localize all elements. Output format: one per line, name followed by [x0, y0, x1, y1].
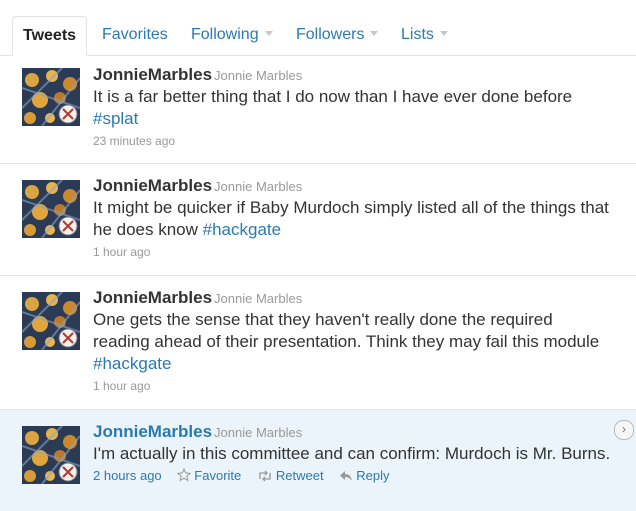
- retweet-icon: [259, 470, 271, 482]
- retweet-button[interactable]: Retweet: [257, 468, 324, 483]
- tweet-timestamp[interactable]: 2 hours ago: [93, 468, 162, 483]
- tweet-timestamp[interactable]: 1 hour ago: [93, 379, 614, 393]
- tweet-item[interactable]: JonnieMarbles Jonnie Marbles It is a far …: [0, 56, 636, 164]
- tweet-item[interactable]: JonnieMarbles Jonnie Marbles It might be …: [0, 164, 636, 276]
- tab-lists[interactable]: Lists: [391, 16, 458, 55]
- avatar[interactable]: [22, 68, 80, 126]
- chevron-down-icon: [370, 31, 379, 37]
- tweet-username[interactable]: JonnieMarbles: [93, 422, 212, 441]
- tweet-username[interactable]: JonnieMarbles: [93, 65, 212, 84]
- tweet-realname: Jonnie Marbles: [214, 179, 303, 194]
- tweet-username[interactable]: JonnieMarbles: [93, 176, 212, 195]
- hashtag-link[interactable]: #hackgate: [93, 354, 171, 373]
- tweet-realname: Jonnie Marbles: [214, 425, 303, 440]
- tweet-text: It might be quicker if Baby Murdoch simp…: [93, 198, 609, 239]
- reply-icon: [340, 471, 353, 481]
- tweet-timestamp[interactable]: 1 hour ago: [93, 245, 614, 259]
- hashtag-link[interactable]: #splat: [93, 109, 138, 128]
- tab-following[interactable]: Following: [181, 16, 283, 55]
- tweet-timestamp[interactable]: 23 minutes ago: [93, 134, 614, 148]
- favorite-button[interactable]: Favorite: [177, 467, 241, 483]
- tweet-item[interactable]: JonnieMarbles Jonnie Marbles I'm actually…: [0, 410, 636, 511]
- tweet-text: I'm actually in this committee and can c…: [93, 444, 611, 463]
- tab-tweets[interactable]: Tweets: [12, 16, 88, 56]
- tweet-item[interactable]: JonnieMarbles Jonnie Marbles One gets the…: [0, 276, 636, 410]
- tweet-text: One gets the sense that they haven't rea…: [93, 310, 600, 373]
- chevron-down-icon: [439, 31, 448, 37]
- tweet-realname: Jonnie Marbles: [214, 68, 303, 83]
- hashtag-link[interactable]: #hackgate: [203, 220, 281, 239]
- tweet-username[interactable]: JonnieMarbles: [93, 288, 212, 307]
- expand-arrow-button[interactable]: ›: [614, 420, 634, 440]
- tab-followers[interactable]: Followers: [286, 16, 388, 55]
- reply-button[interactable]: Reply: [339, 468, 389, 483]
- avatar[interactable]: [22, 180, 80, 238]
- tweet-realname: Jonnie Marbles: [214, 291, 303, 306]
- tweet-text: It is a far better thing that I do now t…: [93, 87, 573, 128]
- avatar[interactable]: [22, 426, 80, 484]
- profile-tabs: Tweets Favorites Following Followers Lis…: [0, 0, 636, 56]
- star-icon: [177, 467, 192, 482]
- avatar[interactable]: [22, 292, 80, 350]
- chevron-down-icon: [264, 31, 273, 37]
- tab-favorites[interactable]: Favorites: [92, 16, 178, 55]
- tweet-actions: 2 hours ago Favorite Retweet Reply: [93, 467, 614, 483]
